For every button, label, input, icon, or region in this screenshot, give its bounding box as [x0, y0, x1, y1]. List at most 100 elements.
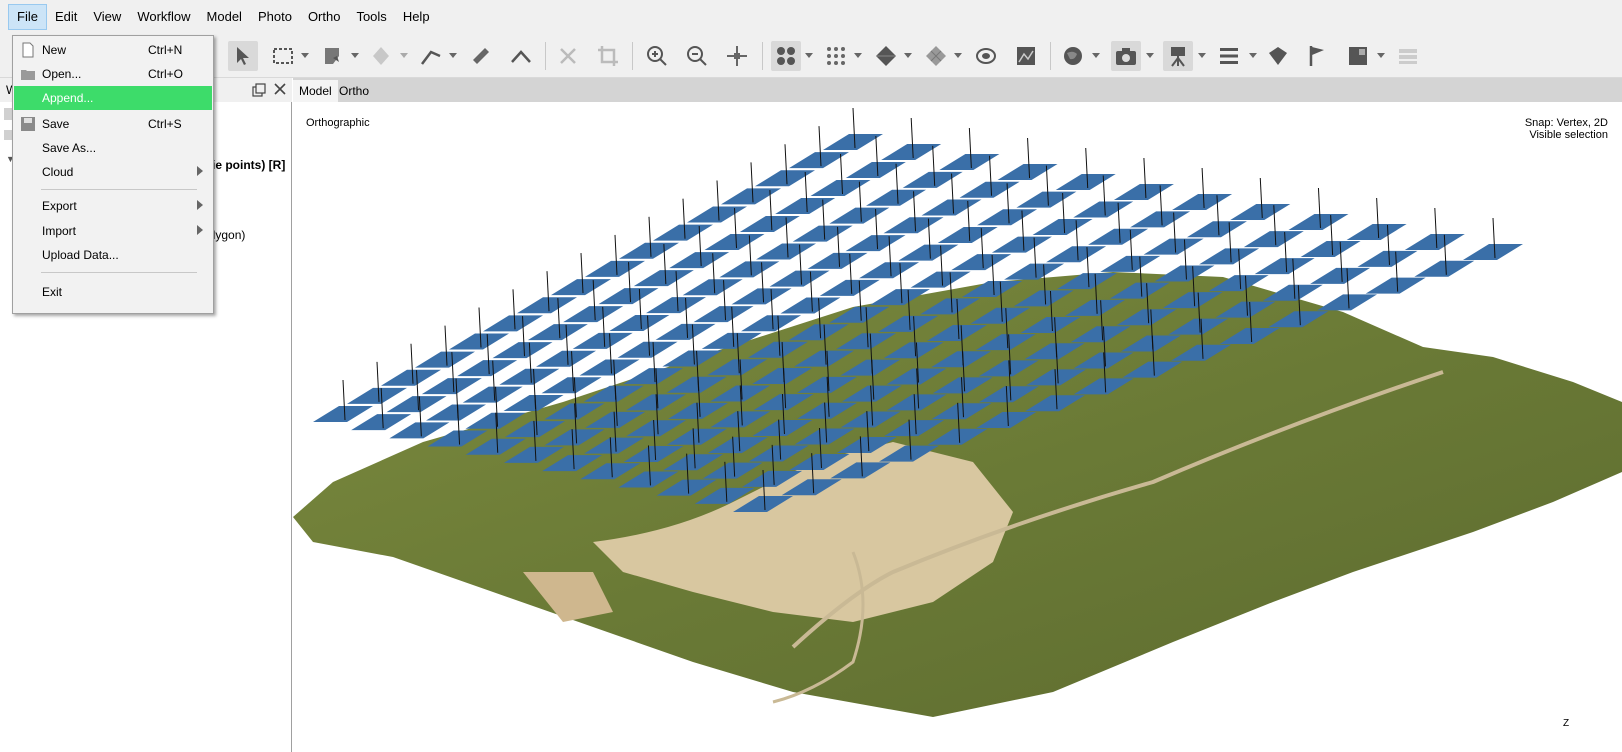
tiled-model-icon[interactable] [921, 41, 951, 71]
close-icon[interactable] [272, 81, 288, 97]
menu-item-shortcut: Ctrl+N [148, 43, 183, 57]
camera-plane [351, 414, 412, 431]
camera-plane [756, 243, 817, 260]
camera-plane [1088, 228, 1149, 245]
tripod-camera-icon[interactable] [1163, 41, 1193, 71]
zoom-out-icon[interactable] [682, 41, 712, 71]
menu-edit[interactable]: Edit [47, 4, 85, 30]
point-cloud-icon[interactable] [771, 41, 801, 71]
angle-icon[interactable] [506, 41, 536, 71]
menu-item-import[interactable]: Import [14, 219, 212, 243]
camera-plane [1113, 184, 1174, 200]
camera-plane [898, 244, 959, 261]
chevron-down-icon[interactable] [805, 53, 813, 59]
camera-plane [1243, 231, 1304, 248]
camera-plane [669, 252, 730, 269]
camera-plane [646, 297, 707, 314]
mesh-icon[interactable] [871, 41, 901, 71]
chevron-down-icon[interactable] [954, 53, 962, 59]
camera-plane [991, 236, 1052, 253]
tab-ortho[interactable]: Ortho [333, 80, 375, 102]
camera-plane [457, 360, 518, 377]
camera-plane [823, 134, 883, 150]
menu-file[interactable]: File [8, 4, 47, 30]
point-cloud-scene[interactable] [293, 102, 1622, 752]
menu-item-new[interactable]: New Ctrl+N [14, 38, 212, 62]
projection-label: Orthographic [306, 117, 370, 129]
camera-plane [687, 206, 747, 223]
new-document-icon [22, 42, 34, 58]
camera-plane [881, 144, 942, 160]
menu-ortho[interactable]: Ortho [300, 4, 349, 30]
camera-plane [937, 226, 998, 243]
chevron-down-icon[interactable] [904, 53, 912, 59]
menu-item-shortcut: Ctrl+O [148, 67, 184, 81]
camera-plane [619, 242, 679, 259]
menu-item-append[interactable]: Append... [14, 86, 212, 110]
camera-plane [1300, 241, 1361, 258]
camera-plane [1463, 244, 1523, 260]
camera-plane [910, 271, 971, 288]
menu-workflow[interactable]: Workflow [129, 4, 198, 30]
camera-plane [1310, 267, 1371, 284]
chevron-down-icon[interactable] [1092, 53, 1100, 59]
chevron-down-icon[interactable] [449, 53, 457, 59]
menu-item-save-as[interactable]: Save As... [14, 136, 212, 160]
menu-model[interactable]: Model [199, 4, 250, 30]
submenu-arrow-icon [197, 200, 203, 210]
menu-item-cloud[interactable]: Cloud [14, 160, 212, 184]
zoom-in-icon[interactable] [642, 41, 672, 71]
chevron-down-icon[interactable] [301, 53, 309, 59]
chevron-down-icon[interactable] [1377, 53, 1385, 59]
flag-icon[interactable] [1303, 41, 1333, 71]
menu-tools[interactable]: Tools [348, 4, 394, 30]
camera-plane [462, 386, 523, 403]
select-arrow-icon[interactable] [228, 41, 258, 71]
free-selection-icon[interactable] [366, 41, 396, 71]
camera-plane [313, 406, 373, 422]
menu-item-export[interactable]: Export [14, 194, 212, 218]
model-viewport[interactable]: Orthographic Snap: Vertex, 2D Visible se… [293, 102, 1622, 752]
chevron-down-icon[interactable] [1146, 53, 1154, 59]
menu-item-open[interactable]: Open... Ctrl+O [14, 62, 212, 86]
camera-icon[interactable] [1111, 41, 1141, 71]
menu-item-upload-data[interactable]: Upload Data... [14, 243, 212, 267]
tree-item-tie-points[interactable]: tie points) [R] [208, 158, 285, 172]
ruler-icon[interactable] [466, 41, 496, 71]
menu-item-label: New [42, 43, 67, 57]
crop-icon[interactable] [593, 41, 623, 71]
dem-icon[interactable] [971, 41, 1001, 71]
move-icon[interactable] [722, 41, 752, 71]
camera-plane [902, 171, 963, 188]
camera-plane [693, 306, 754, 323]
camera-plane [731, 288, 792, 305]
marker-pointer-icon[interactable] [416, 41, 446, 71]
rectangle-selection-icon[interactable] [268, 41, 298, 71]
delete-icon[interactable] [553, 41, 583, 71]
stack-icon[interactable] [1393, 41, 1423, 71]
globe-icon[interactable] [1058, 41, 1088, 71]
image-icon[interactable] [1343, 41, 1373, 71]
menu-item-exit[interactable]: Exit [14, 280, 212, 304]
chevron-down-icon[interactable] [400, 53, 408, 59]
chevron-down-icon[interactable] [1249, 53, 1257, 59]
layers-icon[interactable] [1214, 41, 1244, 71]
chevron-down-icon[interactable] [1198, 53, 1206, 59]
camera-plane [859, 262, 920, 279]
chevron-down-icon[interactable] [351, 53, 359, 59]
camera-plane [792, 225, 853, 242]
float-panel-icon[interactable] [252, 83, 266, 97]
camera-plane [951, 254, 1012, 271]
chevron-down-icon[interactable] [854, 53, 862, 59]
polygon-selection-icon[interactable] [318, 41, 348, 71]
menu-item-save[interactable]: Save Ctrl+S [14, 112, 212, 136]
menu-photo[interactable]: Photo [250, 4, 300, 30]
camera-plane [617, 341, 678, 358]
menu-help[interactable]: Help [395, 4, 438, 30]
camera-plane [585, 260, 645, 277]
orthomosaic-icon[interactable] [1011, 41, 1041, 71]
dense-cloud-icon[interactable] [821, 41, 851, 71]
menu-view[interactable]: View [85, 4, 129, 30]
tab-model[interactable]: Model [293, 80, 338, 102]
shape-icon[interactable] [1263, 41, 1293, 71]
